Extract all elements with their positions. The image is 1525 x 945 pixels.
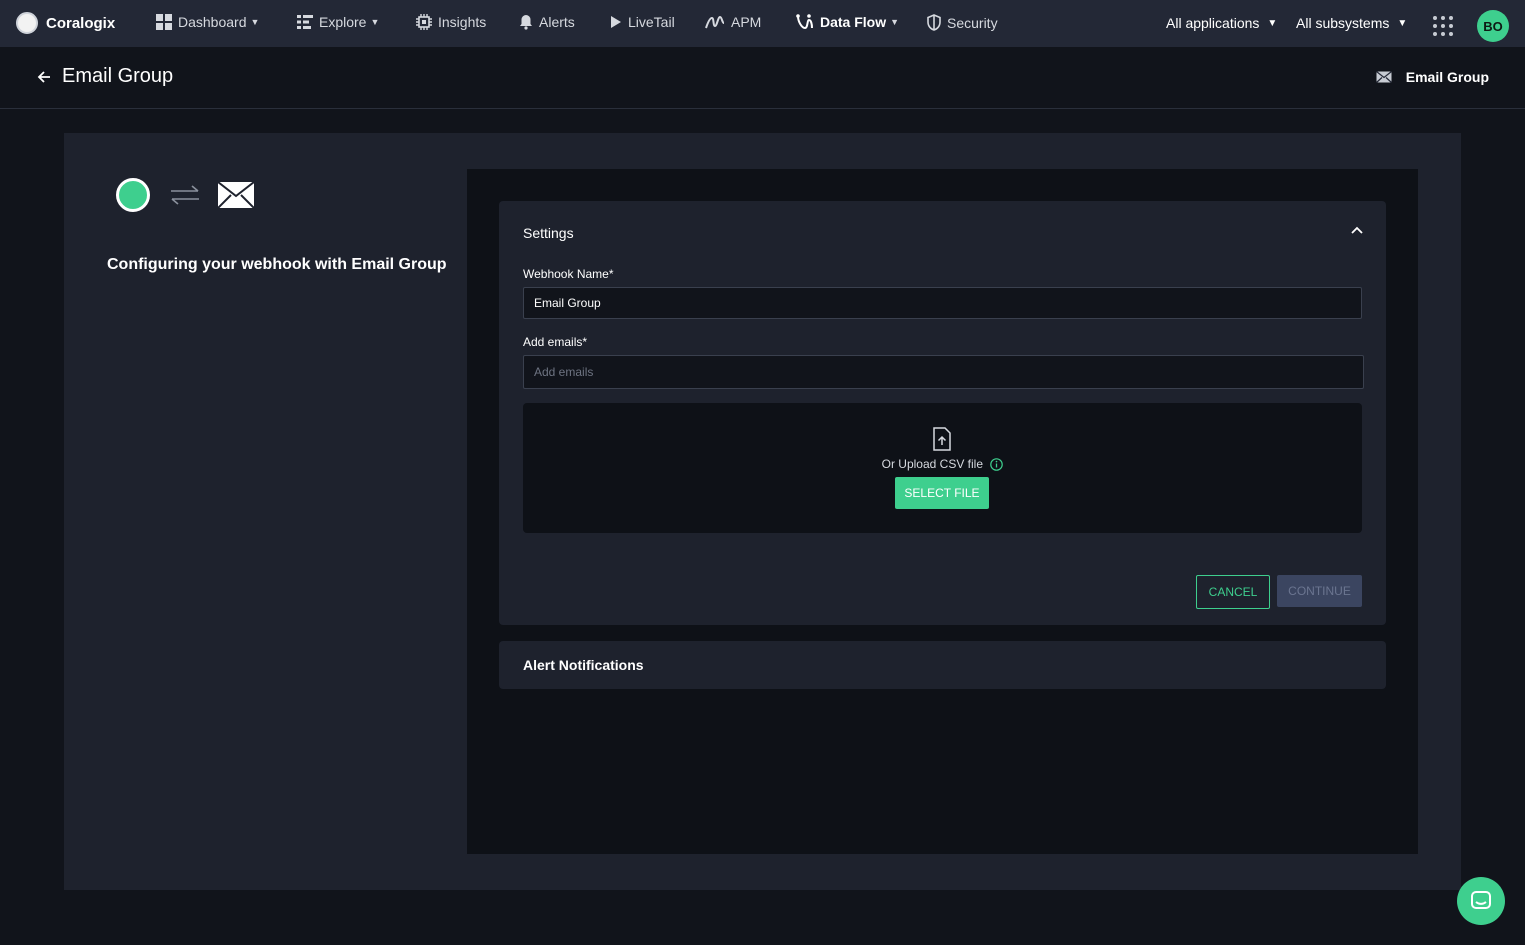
integration-steps <box>116 178 254 212</box>
chip-icon <box>416 14 432 30</box>
chat-bubble-icon <box>1471 891 1491 909</box>
nav-dashboard-label: Dashboard <box>178 14 247 30</box>
play-icon <box>611 16 621 28</box>
nav-dashboard[interactable]: Dashboard ▼ <box>156 14 259 30</box>
csv-dropzone[interactable]: Or Upload CSV file SELECT FILE <box>523 403 1362 533</box>
webhook-name-input[interactable] <box>523 287 1362 319</box>
file-upload-icon <box>933 427 951 451</box>
emails-input[interactable] <box>523 355 1364 389</box>
shield-icon <box>927 14 941 31</box>
swap-arrows-icon <box>171 185 199 205</box>
integration-label: Email Group <box>1405 69 1489 85</box>
nav-dataflow-label: Data Flow <box>820 14 887 30</box>
back-arrow-icon[interactable] <box>36 69 52 85</box>
page-title: Email Group <box>62 65 174 87</box>
select-file-button[interactable]: SELECT FILE <box>895 477 989 509</box>
chevron-down-icon: ▼ <box>250 17 260 27</box>
caret-down-icon: ▼ <box>1397 17 1408 29</box>
nav-insights-label: Insights <box>438 14 487 30</box>
chevron-up-icon[interactable] <box>1350 223 1364 237</box>
page-header: Email Group Email Group <box>0 47 1525 109</box>
cancel-button[interactable]: CANCEL <box>1196 575 1270 609</box>
form-container: Settings Webhook Name* Add emails* Or Up… <box>467 169 1418 854</box>
nav-explore-label: Explore <box>319 14 367 30</box>
settings-card: Settings Webhook Name* Add emails* Or Up… <box>499 201 1386 625</box>
nav-insights[interactable]: Insights <box>416 14 486 30</box>
nav-livetail[interactable]: LiveTail <box>610 14 675 30</box>
explore-icon <box>297 15 313 29</box>
upload-text: Or Upload CSV file <box>881 457 984 471</box>
user-avatar[interactable]: BO <box>1477 10 1509 42</box>
bell-icon <box>520 15 532 30</box>
config-description: Configuring your webhook with Email Grou… <box>107 256 447 273</box>
integration-badge: Email Group <box>1375 69 1489 85</box>
nav-security-label: Security <box>947 14 998 31</box>
continue-button[interactable]: CONTINUE <box>1277 575 1362 607</box>
brand[interactable]: Coralogix <box>16 12 115 34</box>
nav-explore[interactable]: Explore ▼ <box>297 14 379 30</box>
alert-notifications-title: Alert Notifications <box>523 657 644 673</box>
nav-dataflow[interactable]: Data Flow ▼ <box>796 14 899 30</box>
dashboard-grid-icon <box>156 14 172 30</box>
brand-name: Coralogix <box>46 14 116 32</box>
applications-dropdown[interactable]: All applications ▼ <box>1166 15 1277 31</box>
caret-down-icon: ▼ <box>1267 17 1278 29</box>
subsystems-dropdown-label: All subsystems <box>1296 15 1390 31</box>
chevron-down-icon: ▼ <box>890 17 900 27</box>
envelope-icon <box>218 182 254 208</box>
dataflow-icon <box>796 14 813 30</box>
upload-hint: Or Upload CSV file <box>523 457 1362 472</box>
emails-label: Add emails* <box>523 335 588 349</box>
nav-apm[interactable]: APM <box>705 14 761 30</box>
main-panel: Configuring your webhook with Email Grou… <box>64 133 1461 890</box>
coralogix-step-icon <box>116 178 150 212</box>
settings-title: Settings <box>523 225 574 241</box>
chevron-down-icon: ▼ <box>370 17 380 27</box>
subsystems-dropdown[interactable]: All subsystems ▼ <box>1296 15 1407 31</box>
apm-icon <box>705 15 725 29</box>
nav-security[interactable]: Security <box>927 14 998 31</box>
top-navbar: Coralogix Dashboard ▼ Explore ▼ Insights… <box>0 0 1525 47</box>
nav-alerts[interactable]: Alerts <box>519 14 575 30</box>
nav-livetail-label: LiveTail <box>628 14 675 30</box>
coralogix-logo-icon <box>16 12 38 34</box>
info-icon[interactable] <box>990 458 1004 472</box>
alert-notifications-card[interactable]: Alert Notifications <box>499 641 1386 689</box>
envelope-icon <box>1375 71 1392 83</box>
webhook-name-label: Webhook Name* <box>523 267 614 281</box>
apps-grid-icon[interactable] <box>1433 16 1453 36</box>
chat-support-button[interactable] <box>1457 877 1505 925</box>
nav-alerts-label: Alerts <box>539 14 575 30</box>
applications-dropdown-label: All applications <box>1166 15 1260 31</box>
nav-apm-label: APM <box>731 14 762 30</box>
